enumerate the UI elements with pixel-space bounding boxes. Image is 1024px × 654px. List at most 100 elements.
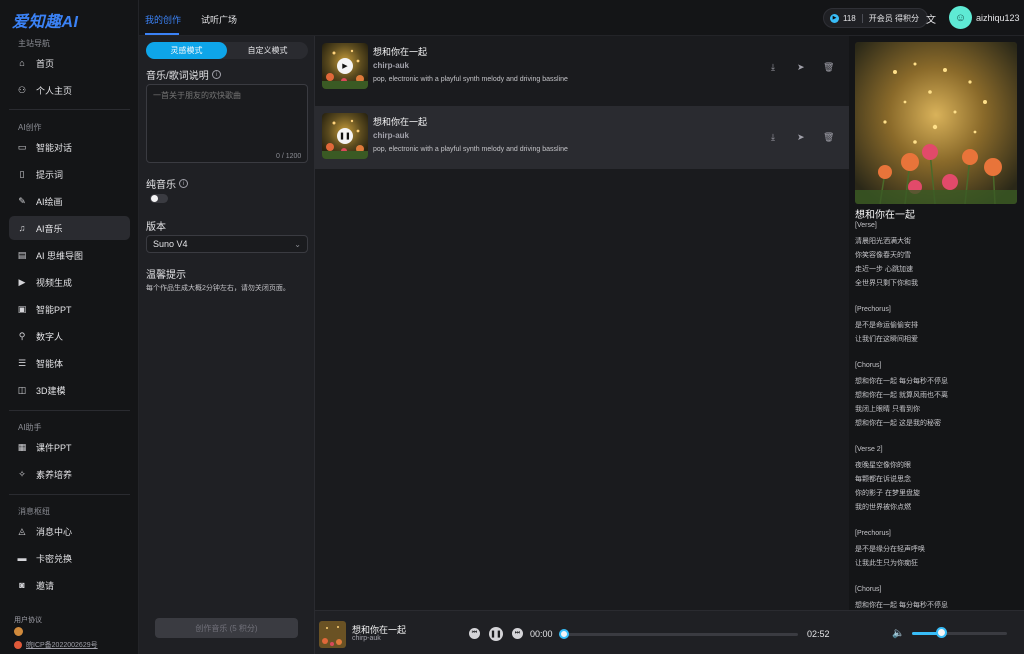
song-author: chirp-auk <box>373 131 410 140</box>
delete-icon[interactable]: 🗑 <box>823 62 834 73</box>
description-input[interactable] <box>146 84 308 163</box>
sidebar-divider <box>9 494 130 495</box>
next-icon[interactable]: ⏭ <box>512 628 523 639</box>
sidebar-item-label: 提示词 <box>36 169 64 180</box>
version-value: Suno V4 <box>153 239 188 249</box>
volume-handle[interactable] <box>935 627 947 638</box>
lyric-line: 让我此生只为你痴狂 <box>855 560 918 567</box>
lyric-line: [Prechorus] <box>855 306 891 313</box>
sidebar-item-label: 3D建模 <box>36 385 66 396</box>
sidebar-item-video[interactable]: ▶ 视频生成 <box>9 270 130 294</box>
lyric-line: [Chorus] <box>855 586 882 593</box>
lyric-line <box>855 572 1020 586</box>
sidebar-item-chat[interactable]: ▭ 智能对话 <box>9 135 130 159</box>
police-badge-icon <box>14 641 22 649</box>
share-icon[interactable]: ➤ <box>797 132 805 143</box>
tip-title: 温馨提示 <box>146 270 186 281</box>
lyric-line: [Verse] <box>855 222 877 229</box>
icp-link[interactable]: 皖ICP备2022002629号 <box>14 640 98 650</box>
tab-my-creations[interactable]: 我的创作 <box>145 13 181 26</box>
share-icon[interactable]: ➤ <box>797 62 805 73</box>
tip-text: 每个作品生成大概2分钟左右，请勿关闭页面。 <box>146 285 290 292</box>
sidebar-item-label: 消息中心 <box>36 526 73 537</box>
play-button[interactable]: ▶ <box>337 58 353 74</box>
sidebar-item-ppt[interactable]: ▣ 智能PPT <box>9 297 130 321</box>
mode-switch: 灵感模式 自定义模式 <box>146 42 308 59</box>
points-divider <box>861 13 863 23</box>
sidebar-item-agent[interactable]: ☰ 智能体 <box>9 351 130 375</box>
chat-icon: ▭ <box>17 141 27 152</box>
user-agreement-link[interactable]: 用户协议 <box>14 615 42 625</box>
app-root: 爱知趣AI 主站导航 ⌂ 首页 ⚇ 个人主页 AI创作 ▭ 智能对话 ▯ 提示词… <box>0 0 1024 654</box>
list-item[interactable]: ▶ 想和你在一起 chirp-auk pop, electronic with … <box>315 36 849 99</box>
inspiration-mode-button[interactable]: 灵感模式 <box>146 42 227 59</box>
char-counter: 0 / 1200 <box>276 153 302 160</box>
bookmark-icon: ▯ <box>19 168 25 179</box>
sidebar-item-courseware[interactable]: ▦ 课件PPT <box>9 435 130 459</box>
points-value: 118 <box>843 13 856 23</box>
create-music-button[interactable]: 创作音乐 (5 积分) <box>155 618 298 638</box>
sidebar-item-painting[interactable]: ✎ AI绘画 <box>9 189 130 213</box>
sidebar-item-music[interactable]: ♫ AI音乐 <box>9 216 130 240</box>
avatar[interactable]: ☺ <box>949 6 972 29</box>
progress-bar[interactable] <box>564 633 798 636</box>
sidebar-item-mindmap[interactable]: ▤ AI 思维导图 <box>9 243 130 267</box>
sidebar-item-prompts[interactable]: ▯ 提示词 <box>9 162 130 186</box>
top-bar: 我的创作 试听广场 ▶ 118 开会员 得积分 文 ☺ aizhiqu123 <box>139 0 1024 36</box>
download-icon[interactable]: ⤓ <box>771 132 775 143</box>
pause-button[interactable]: ❚❚ <box>489 627 503 641</box>
lyric-line: 想和你在一起 每分每秒不停息 <box>855 602 948 609</box>
download-icon[interactable]: ⤓ <box>771 62 775 73</box>
music-icon: ♫ <box>18 223 26 233</box>
lyric-line: 清晨阳光洒满大街 <box>855 238 911 245</box>
player-author: chirp-auk <box>352 635 381 642</box>
previous-icon[interactable]: ⏮ <box>469 628 480 639</box>
pause-button[interactable]: ❚❚ <box>337 128 353 144</box>
info-icon[interactable]: i <box>179 179 188 188</box>
creation-form: 灵感模式 自定义模式 音乐/歌词说明 i 0 / 1200 纯音乐 i 版本 S… <box>139 36 315 654</box>
volume-icon[interactable]: 🔈 <box>892 628 904 639</box>
list-item[interactable]: ❚❚ 想和你在一起 chirp-auk pop, electronic with… <box>315 106 849 169</box>
volume-slider[interactable] <box>912 632 1007 635</box>
sidebar-item-3d[interactable]: ◫ 3D建模 <box>9 378 130 402</box>
sidebar-section-ai: AI创作 <box>18 123 42 132</box>
translate-icon[interactable]: 文 <box>926 11 936 26</box>
sidebar-item-digital-human[interactable]: ⚲ 数字人 <box>9 324 130 348</box>
current-time: 00:00 <box>530 629 553 639</box>
sidebar-item-label: 课件PPT <box>36 442 72 453</box>
toggle-knob <box>151 195 158 202</box>
username[interactable]: aizhiqu123 <box>976 13 1020 23</box>
lyric-line <box>855 432 1020 446</box>
sidebar-item-home[interactable]: ⌂ 首页 <box>9 51 130 75</box>
total-time: 02:52 <box>807 629 830 639</box>
description-label: 音乐/歌词说明 i <box>146 67 221 82</box>
tab-listening-plaza[interactable]: 试听广场 <box>201 13 237 26</box>
version-select[interactable]: Suno V4 ⌄ <box>146 235 308 253</box>
logo[interactable]: 爱知趣AI <box>12 8 79 32</box>
song-title[interactable]: 想和你在一起 <box>373 45 427 58</box>
sidebar-item-profile[interactable]: ⚇ 个人主页 <box>9 78 130 102</box>
play-icon: ▶ <box>18 276 26 287</box>
progress-handle[interactable] <box>559 629 569 639</box>
lyric-line: [Prechorus] <box>855 530 891 537</box>
sidebar-item-redeem[interactable]: ▬ 卡密兑换 <box>9 546 130 570</box>
home-icon: ⌂ <box>19 58 25 68</box>
sidebar-item-messages[interactable]: ◬ 消息中心 <box>9 519 130 543</box>
custom-mode-button[interactable]: 自定义模式 <box>227 42 308 59</box>
sidebar: 爱知趣AI 主站导航 ⌂ 首页 ⚇ 个人主页 AI创作 ▭ 智能对话 ▯ 提示词… <box>0 0 139 654</box>
info-icon[interactable]: i <box>211 70 221 79</box>
sidebar-item-literacy[interactable]: ✧ 素养培养 <box>9 462 130 486</box>
delete-icon[interactable]: 🗑 <box>823 132 834 143</box>
cube-icon: ◫ <box>17 384 27 395</box>
instrumental-toggle[interactable] <box>150 194 168 203</box>
lyric-line: 我的世界被你点燃 <box>855 504 911 511</box>
sidebar-item-label: 视频生成 <box>36 277 73 288</box>
points-icon: ▶ <box>830 13 839 23</box>
song-author: chirp-auk <box>373 61 410 70</box>
membership-link[interactable]: 开会员 得积分 <box>869 13 919 24</box>
sidebar-item-invite[interactable]: ◙ 邀请 <box>9 573 130 597</box>
points-badge[interactable]: ▶ 118 开会员 得积分 <box>823 8 928 28</box>
user-icon: ⚇ <box>17 84 27 95</box>
song-title[interactable]: 想和你在一起 <box>373 115 427 128</box>
song-description: pop, electronic with a playful synth mel… <box>373 146 568 153</box>
